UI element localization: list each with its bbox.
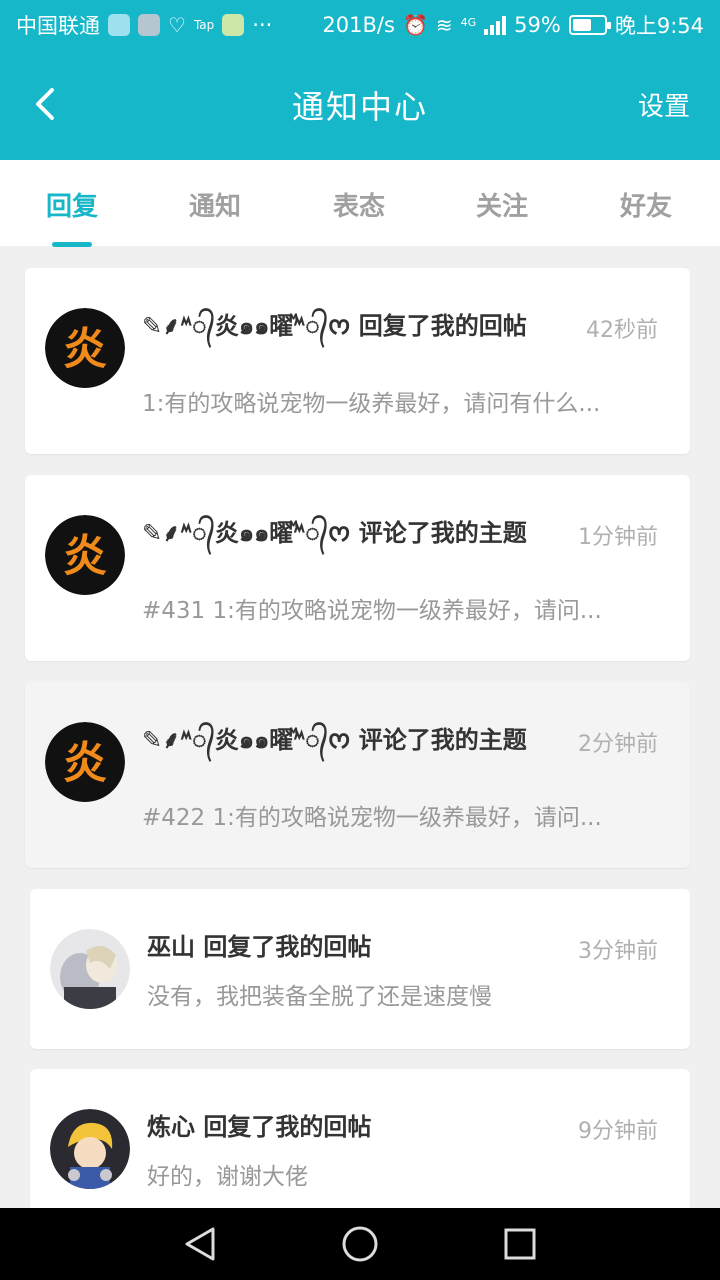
nav-recents-button[interactable] [500,1224,540,1264]
notification-time: 1分钟前 [578,525,658,550]
square-recents-icon [504,1228,536,1260]
user-name: ✎⸙ᔿ᭄炎๑๑曜ⷨᔿ᭄ᰔ [142,312,351,340]
notification-preview: #431 1:有的攻略说宠物一级养最好，请问... [142,598,602,624]
notification-preview: 1:有的攻略说宠物一级养最好，请问有什么... [142,391,601,417]
app-header: 中国联通 ♡ Tap ··· 201B/s ⏰ ≋ 4G 59% 晚上9:54 [0,0,720,160]
tab-bar: 回复 通知 表态 关注 好友 [0,160,720,247]
tap-notification-icon: Tap [193,18,215,32]
svg-text:炎: 炎 [63,738,107,789]
more-notifications-icon: ··· [252,13,273,37]
notification-preview: 没有，我把装备全脱了还是速度慢 [147,984,492,1010]
svg-text:炎: 炎 [63,324,107,375]
avatar: 炎 [45,515,125,595]
notification-time: 42秒前 [586,318,658,343]
settings-button[interactable]: 设置 [638,86,690,123]
nav-back-button[interactable] [180,1224,220,1264]
circle-home-icon [342,1226,378,1262]
notification-headline: ✎⸙ᔿ᭄炎๑๑曜ⷨᔿ᭄ᰔ 评论了我的主题 [142,724,552,757]
user-name: ✎⸙ᔿ᭄炎๑๑曜ⷨᔿ᭄ᰔ [142,519,351,547]
user-name: 巫山 [147,933,195,961]
network-type: 4G [460,16,477,29]
notification-time: 2分钟前 [578,732,658,757]
svg-text:炎: 炎 [63,531,107,582]
signal-icon [484,15,507,35]
battery-icon [568,15,611,35]
notification-headline: ✎⸙ᔿ᭄炎๑๑曜ⷨᔿ᭄ᰔ 回复了我的回帖 [142,310,572,343]
network-speed: 201B/s [322,13,395,37]
user-name: ✎⸙ᔿ᭄炎๑๑曜ⷨᔿ᭄ᰔ [142,726,351,754]
notification-time: 9分钟前 [578,1119,658,1144]
notification-preview: #422 1:有的攻略说宠物一级养最好，请问... [142,805,602,831]
notification-list: 炎 ✎⸙ᔿ᭄炎๑๑曜ⷨᔿ᭄ᰔ 回复了我的回帖 42秒前 1:有的攻略说宠物一级养… [0,246,720,1208]
notification-card[interactable]: 炼心 回复了我的回帖 9分钟前 好的，谢谢大佬 [30,1069,690,1208]
clock: 晚上9:54 [614,14,704,38]
avatar: 炎 [45,308,125,388]
notification-headline: 炼心 回复了我的回帖 [147,1111,567,1144]
notification-card[interactable]: 炎 ✎⸙ᔿ᭄炎๑๑曜ⷨᔿ᭄ᰔ 评论了我的主题 1分钟前 #431 1:有的攻略说… [25,475,690,661]
tab-friends[interactable]: 好友 [620,186,672,223]
heart-rate-icon: ♡ [168,13,186,37]
notification-preview: 好的，谢谢大佬 [147,1164,308,1190]
avatar [50,929,130,1009]
shield-notification-icon [138,14,160,36]
triangle-back-icon [185,1227,215,1261]
notification-headline: 巫山 回复了我的回帖 [147,931,567,964]
notification-card[interactable]: 巫山 回复了我的回帖 3分钟前 没有，我把装备全脱了还是速度慢 [30,889,690,1049]
tab-notices[interactable]: 通知 [189,186,241,223]
title-bar: 通知中心 设置 [0,50,720,160]
tab-replies[interactable]: 回复 [46,186,98,223]
star-notification-icon [222,14,245,36]
alarm-icon: ⏰ [402,13,428,37]
status-bar: 中国联通 ♡ Tap ··· 201B/s ⏰ ≋ 4G 59% 晚上9:54 [0,0,720,50]
tab-reactions[interactable]: 表态 [333,186,385,223]
notification-card[interactable]: 炎 ✎⸙ᔿ᭄炎๑๑曜ⷨᔿ᭄ᰔ 回复了我的回帖 42秒前 1:有的攻略说宠物一级养… [25,268,690,454]
tab-follows[interactable]: 关注 [476,186,528,223]
carrier-label: 中国联通 [16,14,100,38]
battery-percent: 59% [514,13,561,37]
notification-action: 回复了我的回帖 [203,1113,372,1141]
system-nav-bar [0,1208,720,1280]
avatar [50,1109,130,1189]
notification-action: 评论了我的主题 [358,519,527,547]
notification-action: 评论了我的主题 [358,726,527,754]
avatar: 炎 [45,722,125,802]
notification-headline: ✎⸙ᔿ᭄炎๑๑曜ⷨᔿ᭄ᰔ 评论了我的主题 [142,517,552,550]
page-title: 通知中心 [291,88,428,126]
notification-card[interactable]: 炎 ✎⸙ᔿ᭄炎๑๑曜ⷨᔿ᭄ᰔ 评论了我的主题 2分钟前 #422 1:有的攻略说… [25,682,690,868]
notification-time: 3分钟前 [578,939,658,964]
notification-action: 回复了我的回帖 [203,933,372,961]
nav-home-button[interactable] [340,1224,380,1264]
notification-action: 回复了我的回帖 [358,312,527,340]
wifi-icon: ≋ [435,13,453,37]
app-notification-icon [108,14,130,36]
user-name: 炼心 [147,1113,195,1141]
